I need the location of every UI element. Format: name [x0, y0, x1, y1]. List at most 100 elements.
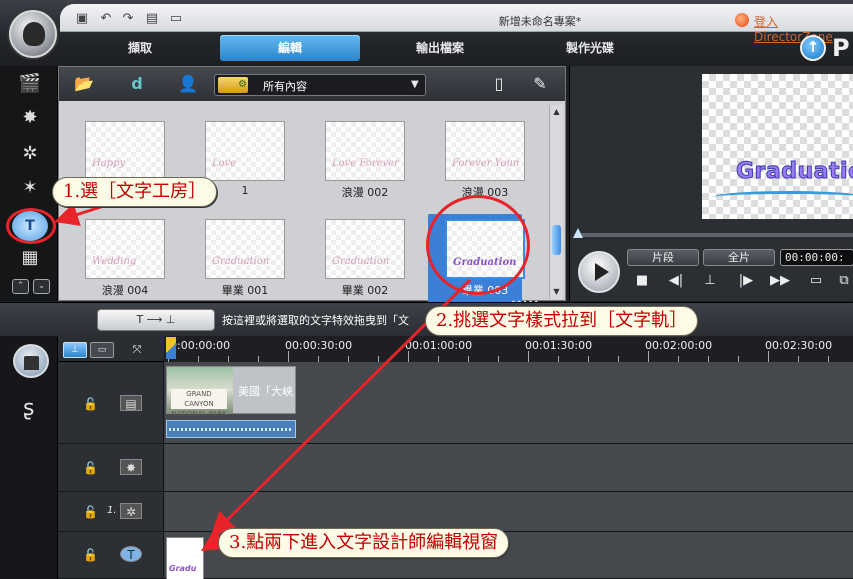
split-icon[interactable]: ⊥	[700, 272, 720, 290]
lock-icon[interactable]: 🔓	[83, 462, 98, 474]
directorzone-download-icon[interactable]: d	[126, 74, 148, 94]
library-scrollbar[interactable]: ▲ ▼	[549, 105, 563, 299]
library-filter-select[interactable]: ⚙ 所有內容 ▼	[214, 74, 426, 96]
room-nav: ⌃ ⌄	[12, 279, 52, 295]
title-room-highlight	[6, 208, 56, 244]
effect-track-header: 🔓 ✸	[58, 444, 164, 491]
pip-lane[interactable]	[165, 492, 853, 531]
callout-step1: 1.選［文字工房］	[52, 177, 218, 207]
title-clip[interactable]: Gradu	[166, 537, 204, 579]
tab-produce[interactable]: 輸出檔案	[370, 35, 510, 61]
preview-panel: Graduatio 片段 全片 00:00:00: ■ ◀| ⊥ |▶ ▶▶ ▭…	[569, 66, 853, 301]
video-track-header: 🔓 ▤	[58, 362, 164, 443]
title-template-thumbnail[interactable]: Graduation	[325, 219, 405, 279]
fast-forward-icon[interactable]: ▶▶	[770, 272, 790, 290]
movie-mode-button[interactable]: 全片	[703, 249, 775, 266]
media-room-icon[interactable]: 🎬	[17, 72, 43, 96]
track-number: 1.	[107, 505, 117, 516]
thumbnail-preview-text: Love Forever	[332, 158, 399, 169]
preview-scrub-bar[interactable]	[576, 233, 853, 237]
timeline-playhead[interactable]	[166, 337, 176, 359]
add-title-to-track-button[interactable]: T ⟶ ⊥	[97, 309, 215, 331]
user-share-icon[interactable]: 👤	[177, 74, 199, 94]
upgrade-icon[interactable]: ↑	[800, 35, 826, 61]
ruler-tick-label: 00:02:00:00	[645, 339, 713, 352]
title-template-thumbnail[interactable]: Forever Young	[445, 121, 525, 181]
ruler-tick	[288, 351, 289, 362]
snapshot-icon[interactable]: ▭	[806, 272, 826, 290]
open-project-icon[interactable]: ▭	[168, 12, 184, 26]
effect-track: 🔓 ✸	[58, 444, 853, 492]
pip-track-header: 🔓 1. ✲	[58, 492, 164, 531]
preview-swoosh-graphic	[714, 191, 853, 203]
tab-capture[interactable]: 擷取	[70, 35, 210, 61]
fit-timeline-icon[interactable]: ⤧	[125, 341, 149, 359]
ruler-tick-label: 00:00:30:00	[285, 339, 353, 352]
title-template-thumbnail[interactable]: Happy	[85, 121, 165, 181]
ruler-tick-label: 00:02:30:00	[765, 339, 833, 352]
video-clip-label: 美國「大峽	[238, 385, 293, 398]
new-project-icon[interactable]: ▤	[144, 12, 160, 26]
scrollbar-thumb[interactable]	[552, 225, 561, 255]
magic-tools-icon[interactable]	[13, 344, 49, 378]
storyboard-view-button[interactable]: ▭	[90, 342, 114, 358]
scroll-down-icon[interactable]: ▼	[552, 287, 561, 296]
lock-icon[interactable]: 🔓	[83, 398, 98, 410]
particle-room-icon[interactable]: ✶	[17, 176, 43, 200]
clip-mode-button[interactable]: 片段	[627, 249, 699, 266]
stop-icon[interactable]: ■	[632, 272, 652, 290]
import-folder-icon[interactable]: 📂	[73, 74, 95, 94]
ruler-tick	[768, 351, 769, 362]
preview-canvas: Graduatio	[702, 74, 853, 219]
title-template-thumbnail[interactable]: Graduation	[205, 219, 285, 279]
modify-title-icon[interactable]: ✎	[529, 74, 551, 94]
timeline-header: ⊥ ▭ ⤧ 0:00:00:00 00:00:30:00 00:01:00:00 00…	[58, 336, 853, 362]
top-bar: ▣ ↶ ↷ ▤ ▭ 新增未命名專案* 登入 DirectorZone _ 擷取 …	[0, 0, 853, 66]
tab-create-disc[interactable]: 製作光碟	[520, 35, 660, 61]
scrub-handle[interactable]	[573, 228, 583, 238]
redo-icon[interactable]: ↷	[120, 12, 136, 26]
lock-icon[interactable]: 🔓	[83, 506, 98, 518]
transition-room-icon[interactable]: ▦	[17, 246, 43, 270]
window-title: 新增未命名專案*	[498, 15, 582, 28]
timeline-view-button[interactable]: ⊥	[63, 342, 87, 358]
thumbnail-preview-text: Forever Young	[452, 158, 520, 169]
filter-folder-icon: ⚙	[218, 77, 248, 93]
title-template-thumbnail[interactable]: Love	[205, 121, 285, 181]
video-clip[interactable]: GRAND CANYON NATIONAL PARK 美國「大峽	[166, 366, 296, 418]
video-clip-thumbnail: GRAND CANYON NATIONAL PARK	[167, 367, 233, 418]
directorzone-icon	[735, 13, 749, 27]
title-template-label: 畢業 001	[221, 284, 269, 297]
room-bar: 🎬 ✸ ✲ ✶ T ▦ ⌃ ⌄	[0, 66, 58, 301]
play-button[interactable]	[578, 251, 620, 293]
video-track: 🔓 ▤ GRAND CANYON NATIONAL PARK 美國「大峽	[58, 362, 853, 444]
timeline-tools: ʂ	[0, 336, 58, 579]
magic-wand-icon[interactable]: ʂ	[23, 396, 34, 421]
detach-preview-icon[interactable]: ⧉	[834, 272, 853, 290]
title-template-thumbnail[interactable]: Love Forever	[325, 121, 405, 181]
undo-icon[interactable]: ↶	[98, 12, 114, 26]
video-lane[interactable]: GRAND CANYON NATIONAL PARK 美國「大峽	[165, 362, 853, 443]
tab-edit[interactable]: 編輯	[220, 35, 360, 61]
title-track-header: 🔓 T	[58, 532, 164, 578]
video-track-icon: ▤	[120, 395, 142, 411]
room-down-icon[interactable]: ⌄	[33, 279, 50, 294]
library-toolbar: 📂 d 👤 ⚙ 所有內容 ▼ ▯ ✎	[59, 67, 565, 101]
scroll-up-icon[interactable]: ▲	[552, 107, 561, 116]
powerdirector-window: ▣ ↶ ↷ ▤ ▭ 新增未命名專案* 登入 DirectorZone _ 擷取 …	[0, 0, 853, 579]
video-frame-sign: GRAND CANYON NATIONAL PARK	[171, 389, 227, 418]
room-up-icon[interactable]: ⌃	[12, 279, 29, 294]
lock-icon[interactable]: 🔓	[83, 549, 98, 561]
thumbnail-preview-text: Graduation	[212, 256, 270, 267]
next-frame-icon[interactable]: |▶	[736, 272, 756, 290]
pip-room-icon[interactable]: ✲	[17, 142, 43, 166]
title-template-thumbnail[interactable]: Wedding	[85, 219, 165, 279]
effect-lane[interactable]	[165, 444, 853, 491]
timeline-ruler[interactable]: 0:00:00:00 00:00:30:00 00:01:00:00 00:01:30…	[164, 336, 853, 362]
audio-clip[interactable]	[166, 420, 296, 438]
timecode-display[interactable]: 00:00:00:	[780, 249, 853, 266]
new-title-icon[interactable]: ▯	[488, 74, 510, 94]
previous-frame-icon[interactable]: ◀|	[666, 272, 686, 290]
save-icon[interactable]: ▣	[74, 12, 90, 26]
effect-room-icon[interactable]: ✸	[17, 106, 43, 130]
